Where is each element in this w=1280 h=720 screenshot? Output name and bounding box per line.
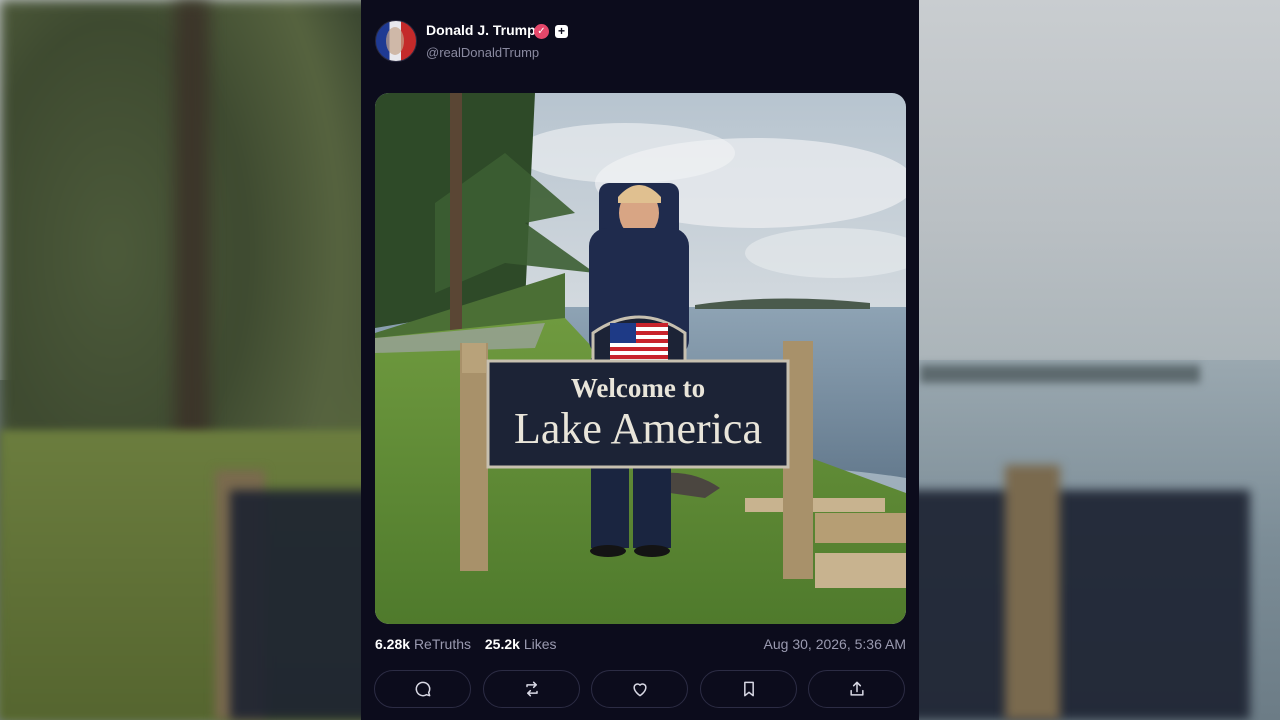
retruths-label: ReTruths [413, 636, 471, 652]
repost-icon [525, 681, 538, 697]
post-timestamp[interactable]: Aug 30, 2026, 5:36 AM [764, 636, 906, 652]
share-icon [849, 681, 864, 696]
retruth-button[interactable] [483, 670, 580, 708]
bookmark-button[interactable] [700, 670, 797, 708]
likes-label: Likes [523, 636, 557, 652]
heart-icon [632, 683, 647, 697]
verified-icon: ✓ [534, 24, 549, 39]
sign-line-2: Lake America [514, 404, 762, 453]
bg-far-shore [920, 365, 1200, 383]
likes-stat[interactable]: 25.2k Likes [485, 636, 557, 652]
plus-badge: + [555, 25, 568, 38]
retruths-stat[interactable]: 6.28k ReTruths [375, 636, 471, 652]
bg-post-right [1005, 465, 1060, 720]
share-button[interactable] [808, 670, 905, 708]
author-handle[interactable]: @realDonaldTrump [426, 45, 539, 60]
retruths-count: 6.28k [375, 636, 411, 652]
reply-button[interactable] [374, 670, 471, 708]
sign-line-1: Welcome to [571, 373, 705, 403]
likes-count: 25.2k [484, 636, 520, 652]
action-bar [374, 670, 907, 710]
engagement-stats: 6.28k ReTruths 25.2k Likes [375, 636, 557, 652]
post-image[interactable]: Welcome to Lake America [375, 93, 906, 624]
author-avatar[interactable] [375, 20, 417, 62]
author-name[interactable]: Donald J. Trump [426, 22, 536, 38]
bookmark-icon [743, 681, 754, 697]
comment-icon [415, 681, 430, 697]
like-button[interactable] [591, 670, 688, 708]
